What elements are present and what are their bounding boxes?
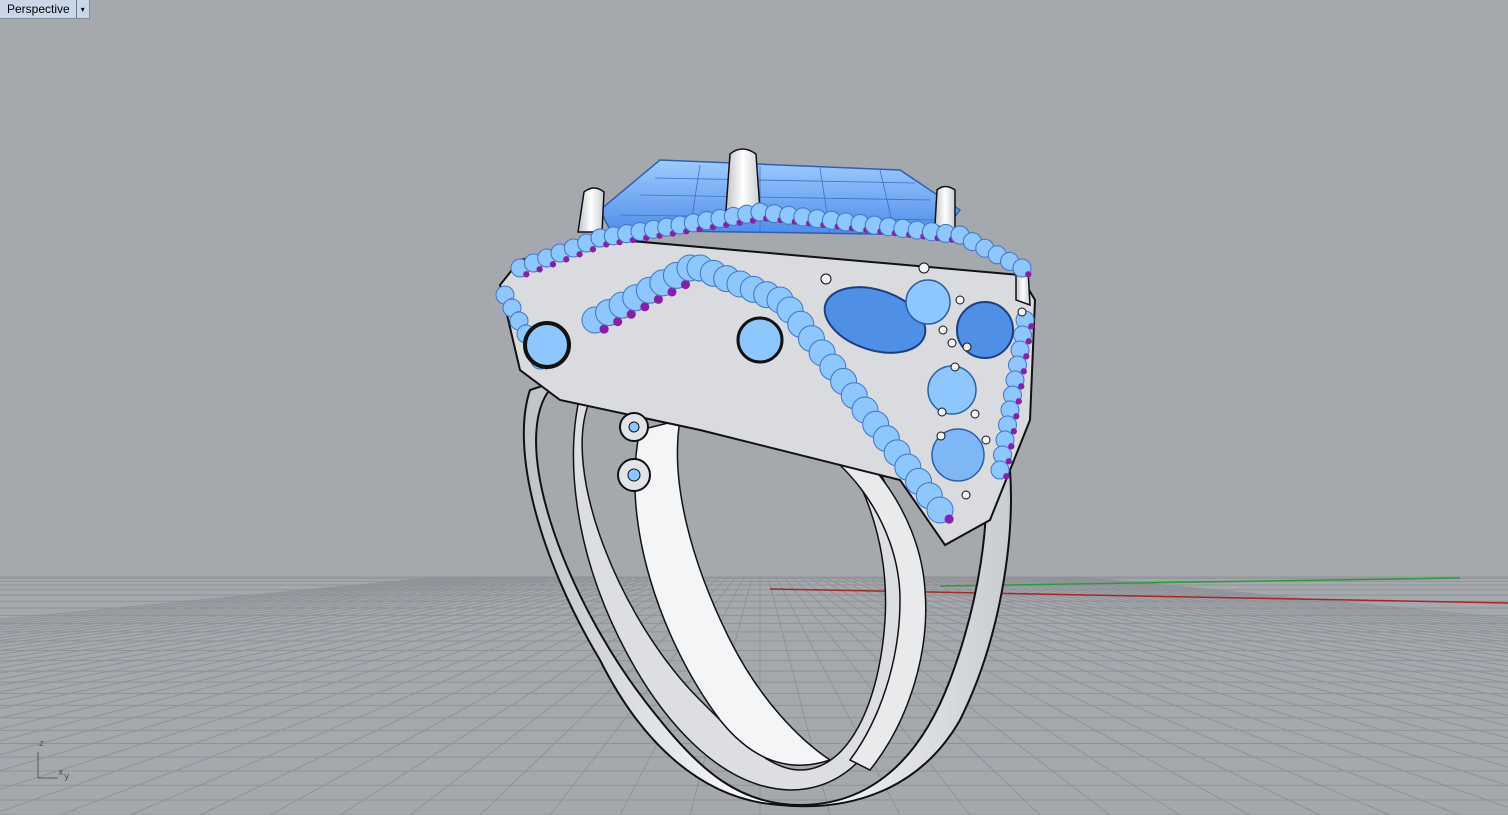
- viewport-title-tab[interactable]: Perspective ▾: [0, 0, 90, 19]
- axis-x-label: x: [58, 768, 64, 778]
- ring-model[interactable]: [495, 148, 1037, 808]
- pave-prong: [1003, 473, 1010, 480]
- perspective-viewport[interactable]: Perspective ▾ z x y: [0, 0, 1508, 815]
- pave-prong: [944, 514, 954, 524]
- pave-prong: [549, 261, 557, 268]
- 3d-scene[interactable]: [0, 0, 1508, 815]
- viewport-title[interactable]: Perspective: [0, 0, 76, 18]
- pave-prong: [589, 246, 597, 253]
- pave-prong: [536, 266, 543, 273]
- pave-prong: [563, 256, 570, 263]
- pave-prong: [1025, 271, 1032, 278]
- axis-z-label: z: [39, 739, 44, 749]
- bezel-stone-inner: [736, 316, 784, 364]
- world-axes-icon: z x y: [34, 738, 74, 784]
- axis-y-label: y: [64, 772, 70, 782]
- pave-prong: [576, 251, 583, 258]
- round-stone-3: [927, 365, 977, 415]
- viewport-menu-arrow-icon[interactable]: ▾: [75, 0, 89, 18]
- pave-prong: [523, 271, 530, 278]
- round-stone-1: [905, 279, 951, 325]
- bezel-stone-left: [523, 321, 571, 369]
- ring-shank-band-2: [634, 418, 832, 766]
